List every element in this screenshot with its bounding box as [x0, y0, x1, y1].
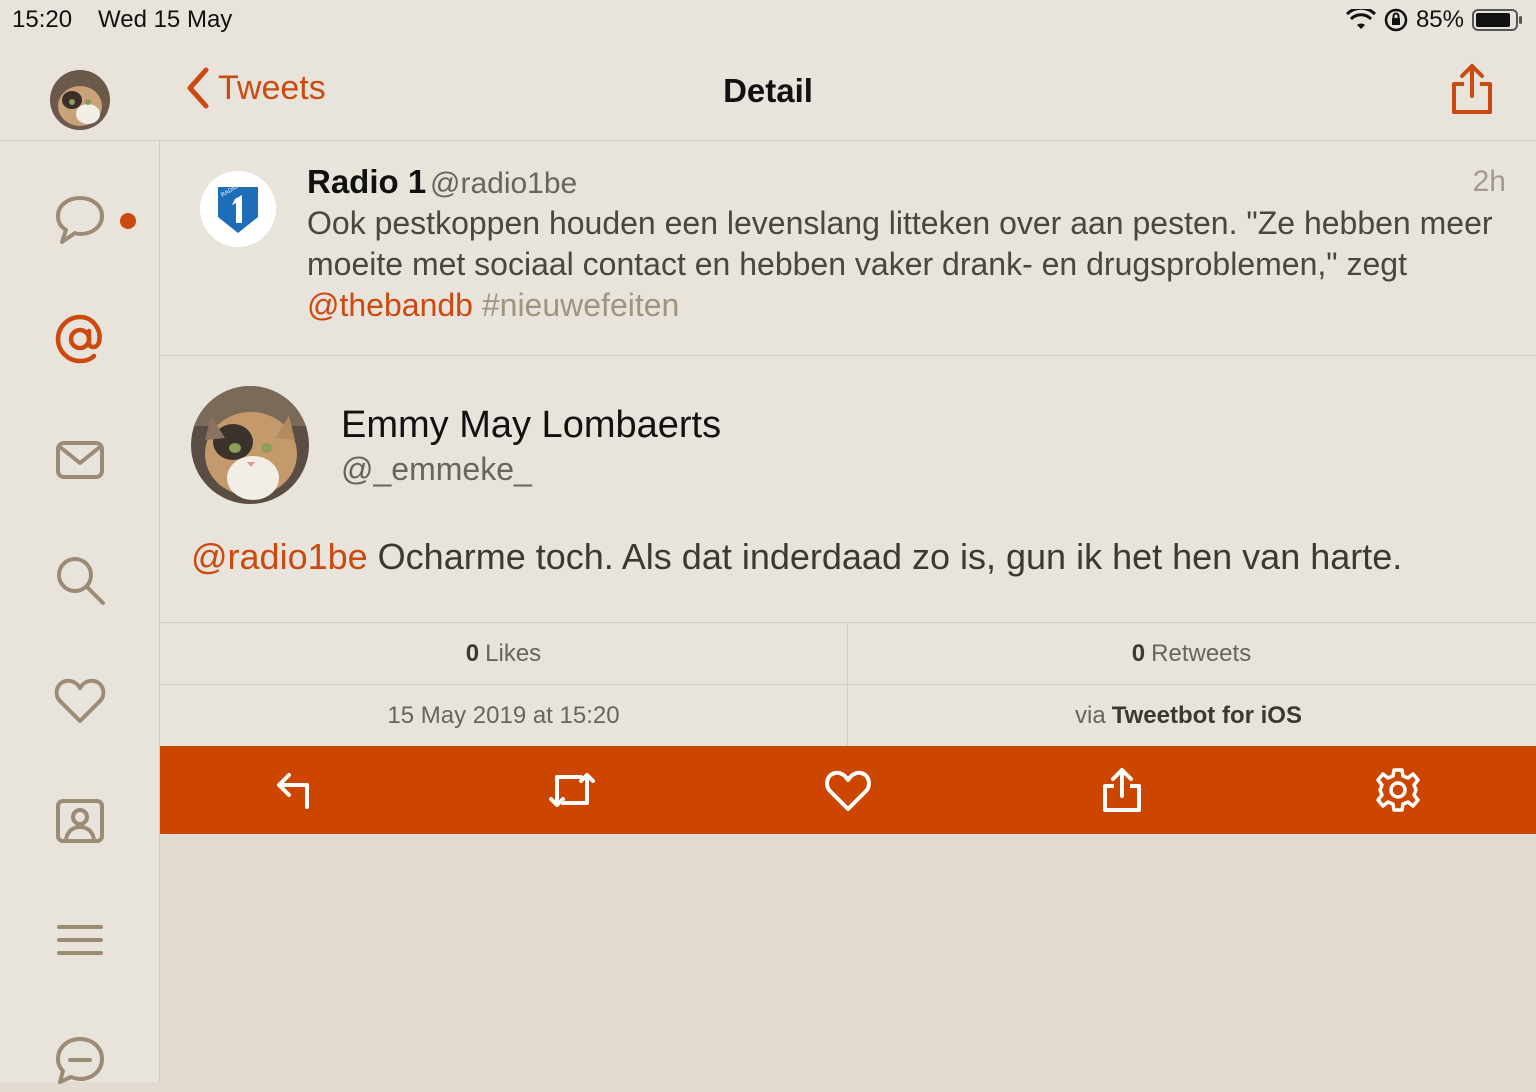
author-name[interactable]: Emmy May Lombaerts [341, 404, 721, 447]
retweets-label: Retweets [1151, 639, 1252, 667]
search-icon [57, 557, 105, 605]
tweet-text-body: Ocharme toch. Als dat inderdaad zo is, g… [367, 536, 1403, 577]
sidebar-item-timeline[interactable] [48, 187, 112, 251]
heart-icon [54, 678, 106, 723]
navigation-bar: Tweets Detail [0, 40, 1536, 141]
status-time: 15:20 [12, 6, 73, 33]
likes-stat[interactable]: 0 Likes [160, 623, 847, 685]
sidebar-item-search[interactable] [48, 548, 112, 612]
parent-tweet-text: Ook pestkoppen houden een levenslang lit… [307, 203, 1517, 326]
sidebar-item-profile[interactable] [48, 788, 112, 852]
timeline-icon [56, 196, 104, 244]
share-icon[interactable] [1448, 62, 1496, 116]
unread-indicator [120, 213, 136, 229]
reply-mention-link[interactable]: @radio1be [191, 536, 368, 577]
retweet-button[interactable] [544, 762, 600, 818]
account-avatar[interactable] [50, 70, 110, 130]
tweet-date: 15 May 2019 at 15:20 [160, 685, 847, 746]
settings-button[interactable] [1370, 762, 1426, 818]
tweet-client[interactable]: via Tweetbot for iOS [847, 685, 1535, 746]
messages-icon [56, 441, 104, 479]
sidebar [0, 141, 160, 1084]
parent-author-handle[interactable]: @radio1be [430, 167, 577, 201]
sidebar-item-mentions[interactable] [48, 307, 112, 371]
retweet-icon [549, 773, 595, 807]
likes-label: Likes [485, 639, 542, 667]
like-button[interactable] [820, 762, 876, 818]
back-button-label: Tweets [218, 68, 326, 107]
tweet-text: @radio1be Ocharme toch. Als dat inderdaa… [191, 536, 1511, 578]
via-label: via [1075, 701, 1106, 729]
reply-icon [277, 773, 309, 809]
reply-button[interactable] [266, 762, 322, 818]
mentions-icon [55, 314, 102, 364]
tweet-stats: 0 Likes 0 Retweets 15 May 2019 at 15:20 vi… [160, 623, 1536, 746]
share-icon [1103, 768, 1141, 812]
sidebar-item-conversations[interactable] [48, 1028, 112, 1092]
profile-icon [56, 799, 104, 843]
parent-text-body: Ook pestkoppen houden een levenslang lit… [307, 205, 1493, 282]
tweet-date-text: 15 May 2019 at 15:20 [387, 701, 620, 729]
parent-author-name[interactable]: Radio 1 [307, 163, 426, 201]
back-button[interactable]: Tweets [182, 66, 326, 110]
page-title: Detail [723, 72, 813, 109]
status-indicators: 85% [1345, 6, 1524, 34]
conversation-icon [56, 1037, 104, 1084]
focused-tweet: Emmy May Lombaerts @_emmeke_ @radio1be O… [160, 356, 1536, 623]
gear-icon [1376, 768, 1420, 812]
action-bar [160, 746, 1536, 834]
battery-percentage: 85% [1415, 6, 1464, 33]
menu-lines-icon [57, 925, 103, 955]
client-name: Tweetbot for iOS [1111, 701, 1302, 729]
sidebar-item-lists[interactable] [48, 908, 112, 972]
mention-link[interactable]: @thebandb [307, 287, 473, 323]
author-avatar[interactable] [191, 386, 309, 504]
radio1-avatar[interactable]: RADIO [200, 171, 276, 247]
status-bar: 15:20 Wed 15 May 85% [0, 0, 1536, 40]
orientation-lock-icon [1384, 8, 1408, 32]
sidebar-item-likes[interactable] [48, 668, 112, 732]
parent-timestamp: 2h [1472, 165, 1506, 198]
parent-tweet[interactable]: RADIO Radio 1 @radio1be 2h Ook pestkoppe… [160, 141, 1536, 356]
wifi-icon [1345, 9, 1376, 29]
tweet-detail-pane: RADIO Radio 1 @radio1be 2h Ook pestkoppe… [160, 141, 1536, 1082]
author-handle[interactable]: @_emmeke_ [341, 451, 532, 488]
radio1-logo-icon: RADIO [218, 184, 258, 233]
battery-icon [1472, 9, 1522, 31]
retweets-stat[interactable]: 0 Retweets [847, 623, 1535, 685]
sidebar-item-messages[interactable] [48, 428, 112, 492]
hashtag-link[interactable]: #nieuwefeiten [482, 287, 679, 323]
chevron-left-icon [187, 67, 209, 109]
likes-count: 0 [465, 639, 480, 667]
status-date: Wed 15 May [98, 6, 233, 33]
heart-icon [825, 770, 871, 811]
share-button[interactable] [1094, 762, 1150, 818]
retweets-count: 0 [1131, 639, 1146, 667]
